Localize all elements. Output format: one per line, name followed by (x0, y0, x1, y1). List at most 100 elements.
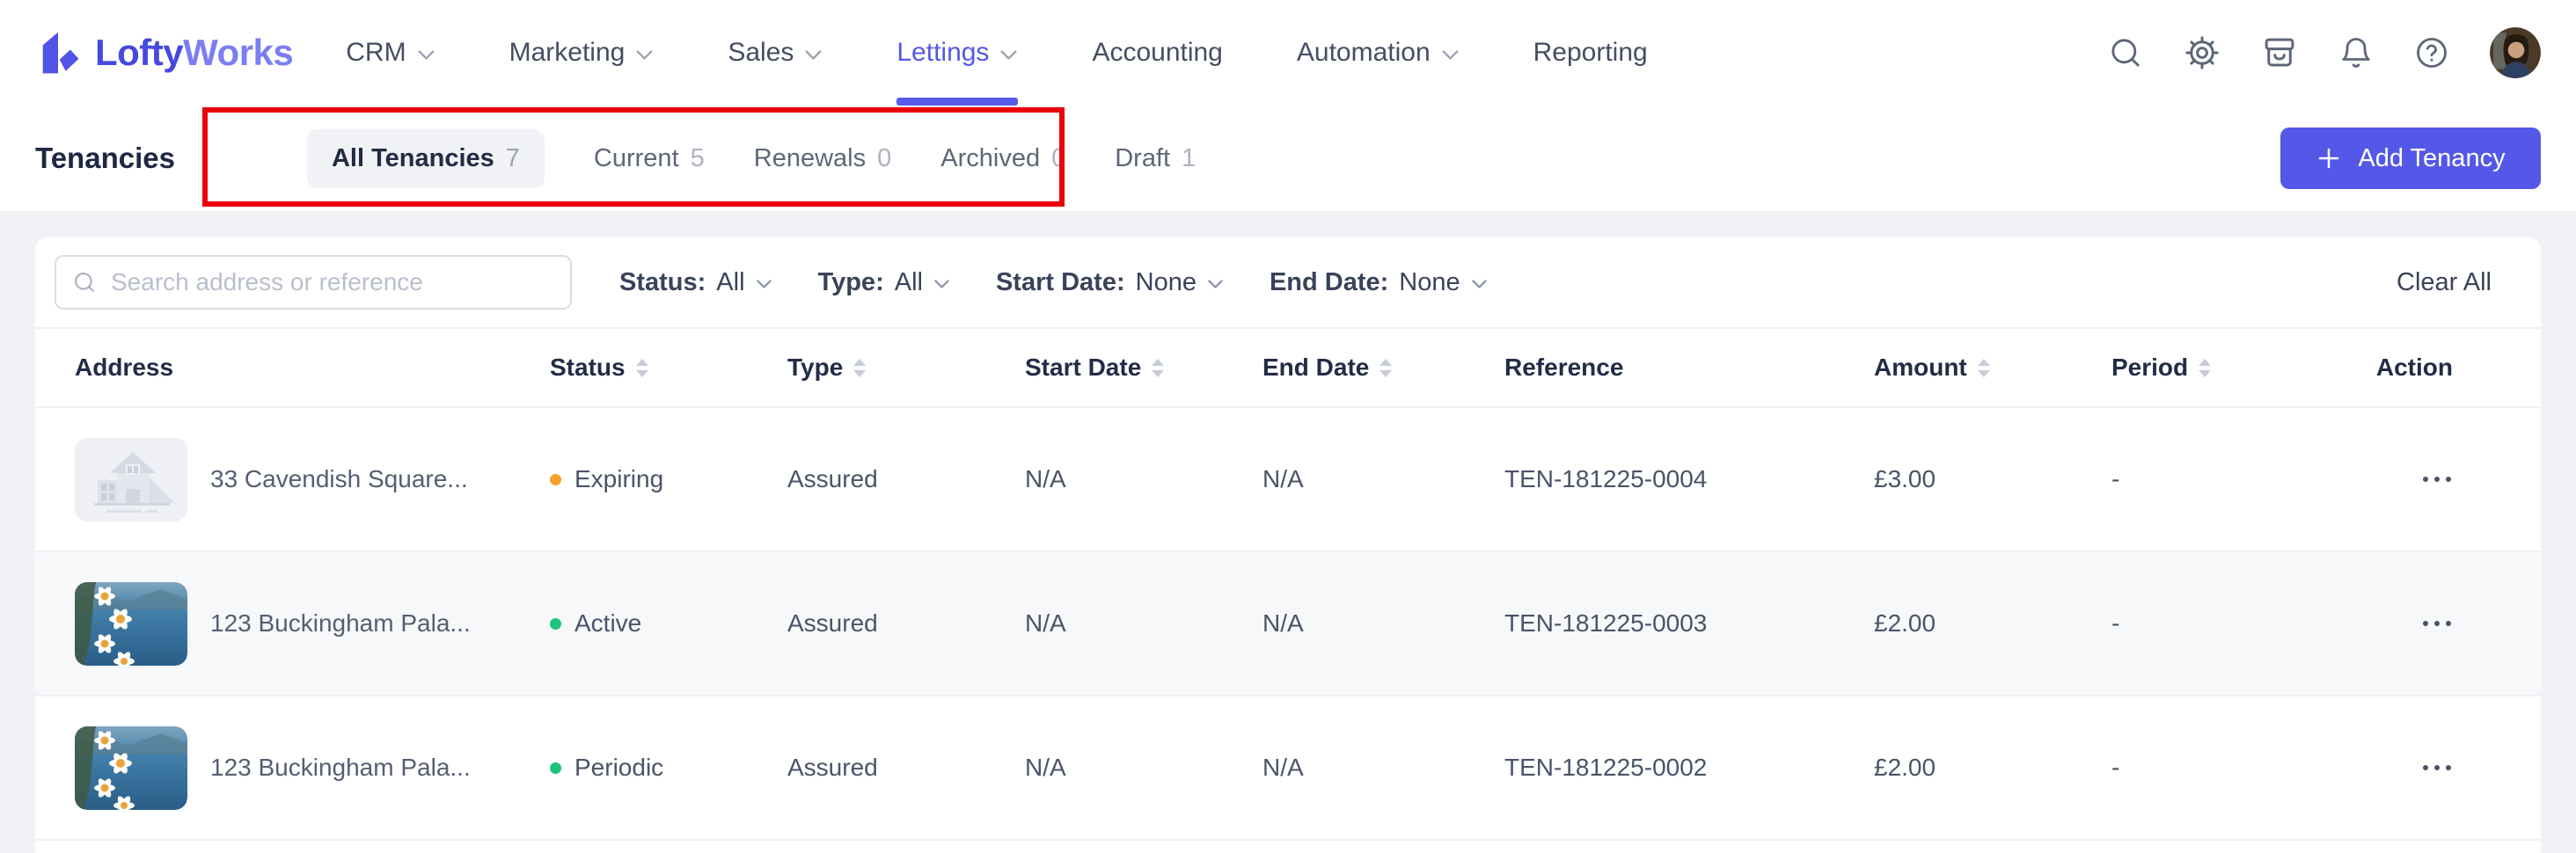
nav-item-label: Marketing (509, 38, 626, 68)
filter-label: Type: (818, 268, 884, 297)
sort-icon[interactable] (1152, 359, 1164, 377)
address-cell: 123 Buckingham Pala... (75, 582, 550, 666)
plus-icon (2316, 145, 2342, 171)
sort-icon[interactable] (2199, 359, 2211, 377)
tenancy-filter-tab[interactable]: Archived 0 (940, 144, 1065, 173)
sort-icon[interactable] (1379, 359, 1392, 377)
start-date-cell: N/A (1025, 609, 1262, 638)
column-header-label: Type (787, 354, 843, 382)
add-tenancy-label: Add Tenancy (2358, 144, 2505, 173)
filter-dropdown[interactable]: Type: All (818, 268, 950, 297)
page-title: Tenancies (35, 142, 175, 175)
loftyworks-logo[interactable]: LoftyWorks (35, 28, 293, 77)
search-icon (72, 270, 97, 295)
period-cell: - (2111, 465, 2375, 493)
archive-inbox-icon[interactable] (2261, 34, 2298, 71)
chevron-down-icon (417, 49, 435, 61)
property-thumbnail (75, 726, 187, 810)
nav-item-label: Automation (1297, 38, 1431, 68)
nav-item[interactable]: Lettings (896, 0, 1018, 106)
filter-label: Status: (619, 268, 706, 297)
search-input[interactable] (109, 267, 554, 297)
filter-value: All (716, 268, 744, 297)
filter-value: All (895, 268, 923, 297)
reference-cell: TEN-181225-0003 (1504, 609, 1874, 638)
property-photo (75, 726, 187, 810)
nav-item[interactable]: Accounting (1092, 0, 1222, 106)
start-date-cell: N/A (1025, 754, 1262, 782)
status-label: Periodic (574, 754, 663, 782)
settings-gear-icon[interactable] (2184, 34, 2221, 71)
column-header[interactable]: Status (550, 354, 787, 382)
help-icon[interactable] (2414, 35, 2449, 70)
primary-nav: CRM Marketing Sales Lettings Accounting … (346, 0, 1647, 106)
nav-item[interactable]: Automation (1297, 0, 1460, 106)
notifications-bell-icon[interactable] (2338, 35, 2374, 70)
chevron-down-icon (933, 279, 950, 289)
clear-all-button[interactable]: Clear All (2391, 267, 2497, 298)
building-placeholder-image (75, 438, 187, 521)
tab-count: 7 (506, 144, 520, 173)
tenancy-filter-tab[interactable]: Current 5 (594, 144, 705, 173)
property-thumbnail (75, 438, 187, 521)
chevron-down-icon (1471, 279, 1488, 289)
search-icon[interactable] (2108, 35, 2143, 70)
nav-item[interactable]: Reporting (1533, 0, 1648, 106)
top-navigation-bar: LoftyWorks CRM Marketing Sales Lettings … (0, 0, 2576, 106)
tab-count: 0 (1051, 144, 1065, 173)
column-header-label: Action (2376, 354, 2453, 382)
nav-item[interactable]: Marketing (509, 0, 655, 106)
status-cell: Periodic (550, 754, 787, 782)
end-date-cell: N/A (1262, 754, 1504, 782)
address-cell: 123 Buckingham Pala... (75, 726, 550, 810)
row-actions-button[interactable] (2421, 756, 2453, 779)
filter-dropdown[interactable]: End Date: None (1270, 268, 1488, 297)
tab-label: Current (594, 144, 679, 173)
status-label: Active (574, 609, 641, 638)
chevron-down-icon (635, 49, 654, 61)
status-dot (550, 474, 561, 485)
row-actions-button[interactable] (2421, 612, 2453, 635)
table-row[interactable]: 123 Buckingham Pala... Active Assured N/… (35, 552, 2541, 696)
tenancy-filter-tab[interactable]: Draft 1 (1115, 144, 1196, 173)
amount-cell: £3.00 (1874, 465, 2111, 493)
action-cell (2375, 756, 2453, 779)
sort-icon[interactable] (1978, 359, 1990, 377)
table-body: 33 Cavendish Square... Expiring Assured … (35, 408, 2541, 841)
filter-value: None (1399, 268, 1460, 297)
column-header-label: Start Date (1025, 354, 1141, 382)
search-box (55, 255, 572, 310)
column-header[interactable]: Type (787, 354, 1025, 382)
sort-icon[interactable] (636, 359, 648, 377)
filters-bar: Status: All Type: All Start Date: None E… (35, 237, 2541, 327)
tab-label: Archived (940, 144, 1040, 173)
sort-icon[interactable] (853, 359, 866, 377)
type-cell: Assured (787, 609, 1025, 638)
nav-item[interactable]: Sales (728, 0, 823, 106)
property-thumbnail (75, 582, 187, 666)
user-avatar[interactable] (2490, 27, 2541, 78)
row-actions-button[interactable] (2421, 468, 2453, 491)
filter-dropdown[interactable]: Start Date: None (996, 268, 1224, 297)
end-date-cell: N/A (1262, 609, 1504, 638)
column-header[interactable]: Amount (1874, 354, 2111, 382)
reference-cell: TEN-181225-0004 (1504, 465, 1874, 493)
column-header[interactable]: Start Date (1025, 354, 1262, 382)
period-cell: - (2111, 754, 2375, 782)
column-header[interactable]: End Date (1262, 354, 1504, 382)
column-header-label: Address (75, 354, 173, 382)
column-header[interactable]: Period (2111, 354, 2375, 382)
nav-item[interactable]: CRM (346, 0, 435, 106)
tenancy-filter-tab[interactable]: All Tenancies 7 (307, 129, 545, 188)
filter-dropdown[interactable]: Status: All (619, 268, 772, 297)
nav-item-label: Accounting (1092, 38, 1222, 68)
tenancy-filter-tab[interactable]: Renewals 0 (754, 144, 891, 173)
type-cell: Assured (787, 465, 1025, 493)
table-row[interactable]: 33 Cavendish Square... Expiring Assured … (35, 408, 2541, 552)
add-tenancy-button[interactable]: Add Tenancy (2280, 128, 2541, 189)
nav-item-label: Lettings (896, 38, 989, 68)
status-label: Expiring (574, 465, 663, 493)
start-date-cell: N/A (1025, 465, 1262, 493)
table-row[interactable]: 123 Buckingham Pala... Periodic Assured … (35, 696, 2541, 841)
chevron-down-icon (1207, 279, 1224, 289)
